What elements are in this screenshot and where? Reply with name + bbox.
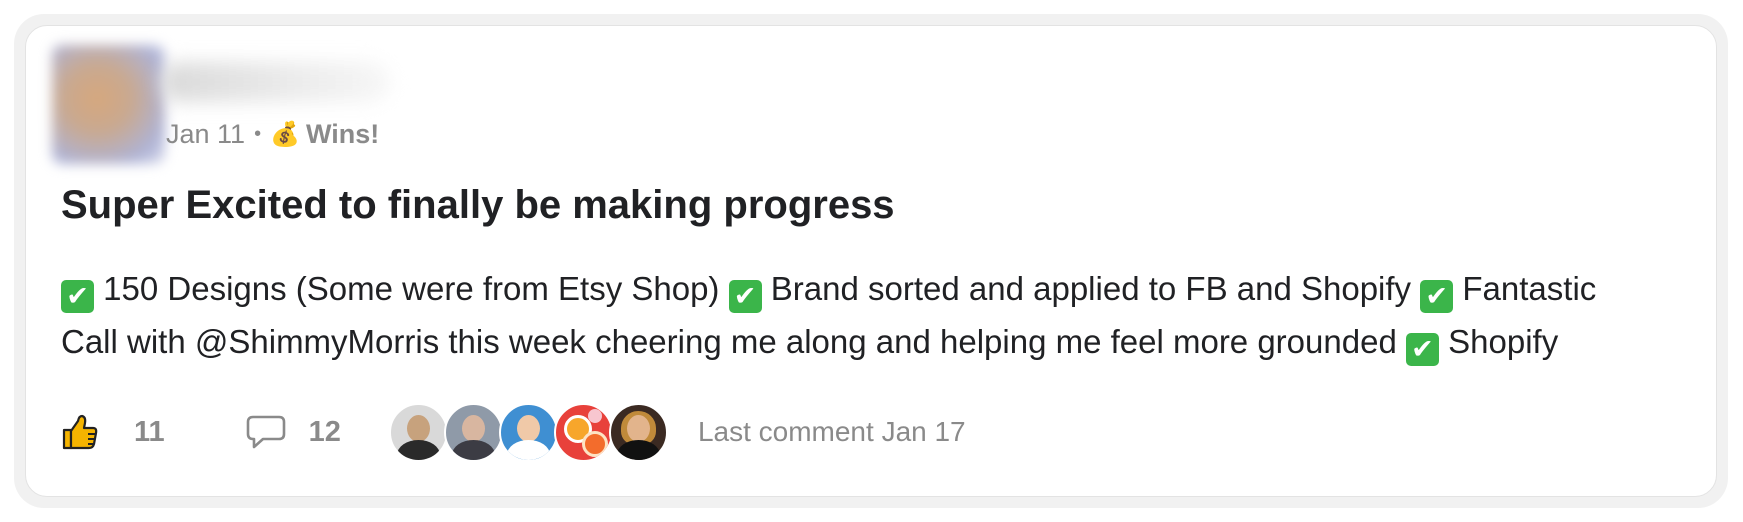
category-label[interactable]: Wins! xyxy=(306,119,379,150)
body-text: Brand sorted and applied to FB and Shopi… xyxy=(770,270,1412,307)
body-text: 150 Designs (Some were from Etsy Shop) xyxy=(103,270,720,307)
thumbs-up-icon xyxy=(62,414,98,450)
money-bag-icon: 💰 xyxy=(270,121,300,148)
post-footer: 11 12 Last comment Jan 17 xyxy=(60,402,966,462)
body-text: Call with @ShimmyMorris this week cheeri… xyxy=(61,323,1397,360)
check-mark-icon: ✔ xyxy=(1420,280,1454,313)
commenter-avatar[interactable] xyxy=(608,402,668,462)
meta-separator: • xyxy=(254,123,262,145)
post-title[interactable]: Super Excited to finally be making progr… xyxy=(61,183,895,228)
like-count: 11 xyxy=(134,415,165,448)
last-comment-date: Last comment Jan 17 xyxy=(697,416,966,447)
comment-button[interactable]: 12 xyxy=(245,413,341,451)
author-avatar[interactable] xyxy=(52,45,165,164)
commenter-avatar[interactable] xyxy=(498,402,558,462)
check-mark-icon: ✔ xyxy=(728,280,762,313)
post-date: Jan 11 xyxy=(166,119,246,149)
comment-bubble-icon xyxy=(246,415,285,449)
commenter-avatar[interactable] xyxy=(553,402,613,462)
check-mark-icon: ✔ xyxy=(61,280,94,313)
author-name-redacted[interactable] xyxy=(160,62,390,102)
commenter-avatar[interactable] xyxy=(388,402,448,462)
commenter-avatar[interactable] xyxy=(443,402,503,462)
like-button[interactable]: 11 xyxy=(60,412,165,452)
body-text: Fantastic xyxy=(1462,270,1597,307)
check-mark-icon: ✔ xyxy=(1405,333,1439,366)
comment-count: 12 xyxy=(308,415,341,448)
post-meta: Jan 11 • 💰 Wins! xyxy=(166,119,379,150)
commenter-avatars[interactable] xyxy=(388,402,668,462)
post-body-preview[interactable]: ✔ 150 Designs (Some were from Etsy Shop)… xyxy=(61,262,1701,368)
body-text: Shopify xyxy=(1448,323,1559,360)
